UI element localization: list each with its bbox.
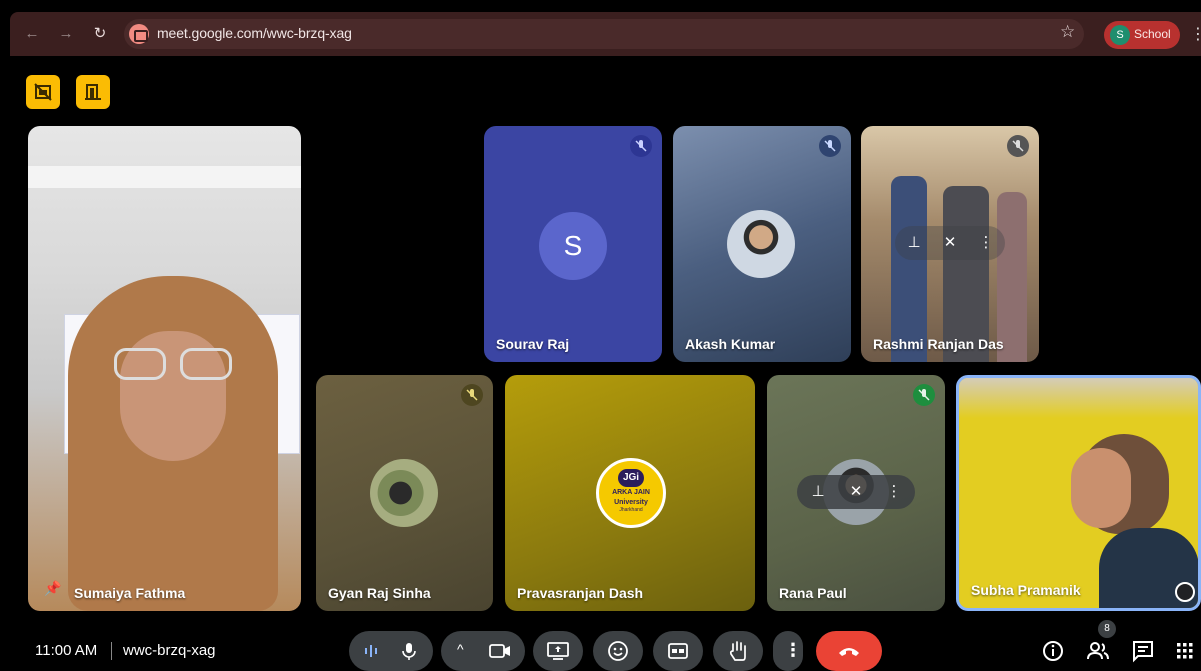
mic-off-icon[interactable]: ✕ [935,226,965,260]
no-crop-icon [34,83,52,101]
mic-off-icon[interactable]: ✕ [841,475,871,509]
raise-hand-button[interactable] [713,631,763,671]
people-icon[interactable] [1085,638,1111,664]
mic-off-icon [913,384,935,406]
emoji-icon [608,641,628,661]
participant-tile-subha[interactable]: Subha Pramanik [956,375,1201,611]
participant-tile-rashmi[interactable]: ⊥ ✕ ⋮ Rashmi Ranjan Das [861,126,1039,362]
participant-name: Pravasranjan Dash [517,585,644,601]
participant-tile-akash[interactable]: Akash Kumar [673,126,851,362]
captions-button[interactable] [653,631,703,671]
logo-text: ARKA JAIN [612,489,650,496]
mic-off-icon [630,135,652,157]
mic-off-icon [819,135,841,157]
more-options-button[interactable]: ⋮ [773,631,803,671]
avatar [370,459,438,527]
participant-tile-gyan[interactable]: Gyan Raj Sinha [316,375,493,611]
university-logo: JGi ARKA JAIN University Jharkhand [596,458,666,528]
chevron-up-icon[interactable]: ^ [457,641,464,657]
meeting-time: 11:00 AM [35,642,98,659]
back-icon[interactable]: ← [22,24,42,44]
participant-video [891,176,927,362]
participant-tile-sourav[interactable]: S Sourav Raj [484,126,662,362]
tile-more-icon[interactable]: ⋮ [971,226,1001,260]
participant-tile-sumaiya[interactable]: 📌 Sumaiya Fathma [28,126,301,611]
door-exit-icon [85,84,101,100]
activities-grid-icon[interactable] [1172,638,1198,664]
mic-control-group [349,631,433,671]
logo-text: JGi [618,469,644,487]
site-info-icon[interactable] [129,24,149,44]
present-screen-button[interactable] [533,631,583,671]
profile-label: School [1134,27,1171,41]
tile-hover-controls: ⊥ ✕ ⋮ [895,226,1005,260]
pip-icon[interactable] [1175,582,1195,602]
mic-icon[interactable] [399,641,419,661]
avatar: S [539,212,607,280]
browser-menu-icon[interactable]: ⋮ [1190,24,1201,44]
leave-call-button[interactable] [816,631,882,671]
raise-hand-icon [729,641,746,661]
logo-text: Jharkhand [619,507,643,513]
background-wall [28,166,301,188]
participant-name: Rana Paul [779,585,847,601]
address-bar-url[interactable]: meet.google.com/wwc-brzq-xag [157,25,352,41]
end-call-icon [839,648,859,656]
camera-icon[interactable] [489,642,511,660]
people-count-badge: 8 [1098,620,1116,638]
participant-name: Rashmi Ranjan Das [873,336,1004,352]
divider [111,642,112,660]
meeting-info-icon[interactable] [1040,638,1066,664]
captions-icon [668,643,688,659]
present-screen-icon [547,642,569,660]
chat-icon[interactable] [1130,638,1156,664]
pin-icon: 📌 [44,580,62,596]
camera-control-group: ^ [441,631,525,671]
bookmark-star-icon[interactable]: ☆ [1060,22,1075,42]
more-vert-icon: ⋮ [784,640,802,660]
mic-off-icon [461,384,483,406]
audio-level-icon[interactable] [363,643,379,659]
participant-name: Sourav Raj [496,336,570,352]
avatar [727,210,795,278]
mic-off-icon [1007,135,1029,157]
meeting-code: wwc-brzq-xag [123,642,216,659]
tile-hover-controls: ⊥ ✕ ⋮ [797,475,915,509]
host-control-button-2[interactable] [76,75,110,109]
reactions-button[interactable] [593,631,643,671]
host-control-button-1[interactable] [26,75,60,109]
forward-icon[interactable]: → [56,24,76,44]
participant-tile-pravas[interactable]: JGi ARKA JAIN University Jharkhand Prava… [505,375,755,611]
reload-icon[interactable]: ↻ [90,24,110,44]
participant-tile-rana[interactable]: ⊥ ✕ ⋮ Rana Paul [767,375,945,611]
browser-chrome: ← → ↻ meet.google.com/wwc-brzq-xag ☆ S S… [0,0,1201,56]
glasses [114,348,234,382]
background-wall [959,378,1198,418]
tile-more-icon[interactable]: ⋮ [879,475,909,509]
participant-face [1071,448,1131,528]
participant-name: Sumaiya Fathma [74,585,186,601]
profile-avatar: S [1110,25,1130,45]
participant-name: Gyan Raj Sinha [328,585,431,601]
participant-name: Subha Pramanik [971,582,1081,598]
pin-icon[interactable]: ⊥ [803,475,833,509]
logo-text: University [614,499,648,506]
participant-name: Akash Kumar [685,336,776,352]
pin-icon[interactable]: ⊥ [899,226,929,260]
